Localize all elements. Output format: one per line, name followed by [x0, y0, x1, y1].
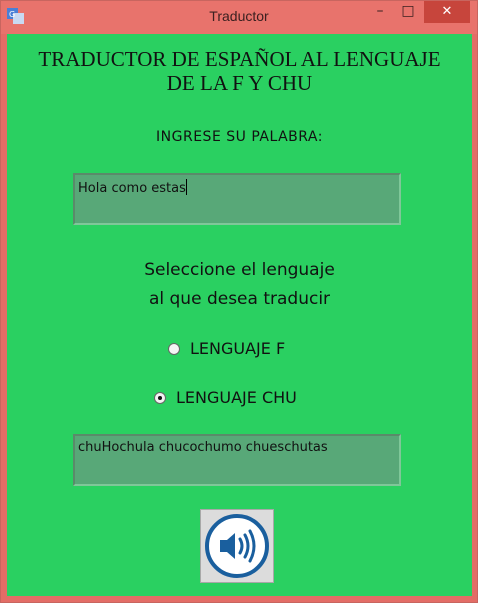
minimize-button[interactable]: – [367, 1, 393, 23]
form-client-area: TRADUCTOR DE ESPAÑOL AL LENGUAJE DE LA F… [7, 34, 472, 596]
input-prompt-label: INGRESE SU PALABRA: [156, 129, 323, 145]
speaker-icon [205, 514, 269, 578]
maximize-button[interactable]: □ [395, 1, 421, 23]
radio-label-f: LENGUAJE F [190, 339, 286, 358]
radio-lenguaje-f[interactable]: LENGUAJE F [168, 339, 285, 358]
translation-output-text: chuHochula chucochumo chueschutas [78, 440, 328, 455]
word-input-text: Hola como estas [78, 181, 186, 196]
radio-button-unchecked[interactable] [168, 342, 180, 355]
language-select-label: Seleccione el lenguaje al que desea trad… [7, 256, 472, 314]
page-title: TRADUCTOR DE ESPAÑOL AL LENGUAJE DE LA F… [7, 47, 472, 95]
title-bar[interactable]: G Traductor – □ ✕ [1, 1, 477, 34]
app-window: G Traductor – □ ✕ TRADUCTOR DE ESPAÑOL A… [0, 0, 478, 603]
close-button[interactable]: ✕ [424, 1, 470, 23]
translation-output[interactable]: chuHochula chucochumo chueschutas [73, 434, 401, 486]
speak-button[interactable] [200, 509, 274, 583]
select-label-line-2: al que desea traducir [148, 289, 331, 309]
word-input[interactable]: Hola como estas [73, 173, 401, 225]
title-line-2: DE LA F Y CHU [166, 71, 313, 95]
text-caret [185, 179, 187, 195]
select-label-line-1: Seleccione el lenguaje [144, 260, 335, 280]
radio-label-chu: LENGUAJE CHU [176, 388, 297, 407]
title-line-1: TRADUCTOR DE ESPAÑOL AL LENGUAJE [38, 47, 441, 71]
radio-button-checked[interactable] [154, 391, 166, 404]
radio-lenguaje-chu[interactable]: LENGUAJE CHU [154, 388, 297, 407]
